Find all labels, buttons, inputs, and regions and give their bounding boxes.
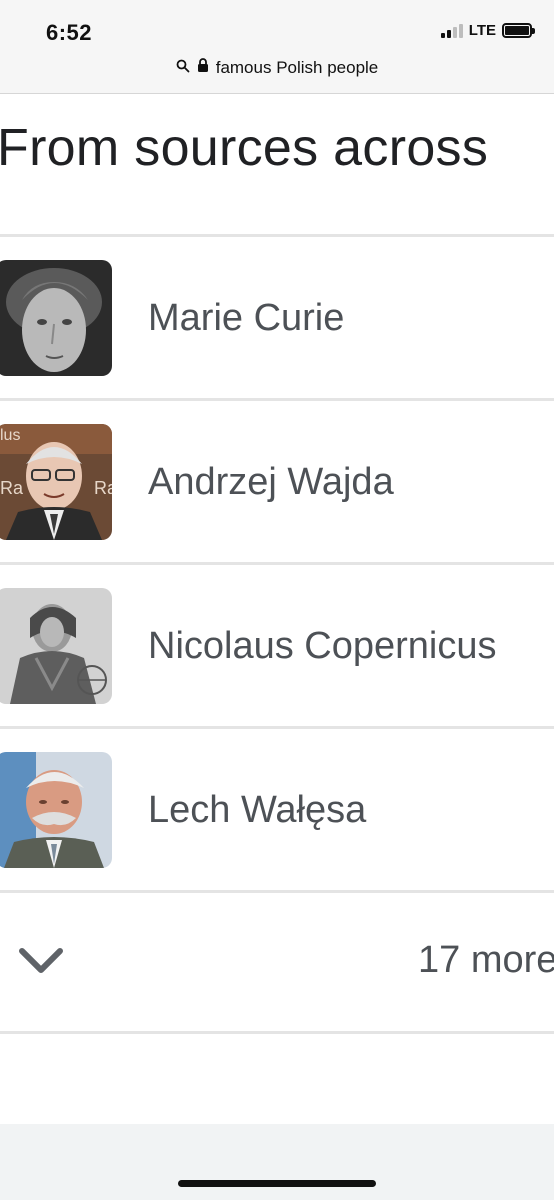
person-thumbnail	[0, 752, 112, 868]
divider	[0, 1031, 554, 1034]
address-query: famous Polish people	[215, 58, 379, 77]
list-item[interactable]: Marie Curie	[0, 238, 554, 398]
svg-text:Ra: Ra	[0, 478, 24, 498]
section-heading: From sources across	[0, 119, 489, 177]
list-item[interactable]: lus Ra Ra Andrzej Wajda	[0, 402, 554, 562]
person-thumbnail	[0, 260, 112, 376]
show-more-button[interactable]: 17 more	[0, 895, 554, 1031]
person-name: Marie Curie	[148, 296, 345, 339]
home-indicator[interactable]	[178, 1180, 376, 1187]
svg-text:Ra: Ra	[94, 478, 112, 498]
person-name: Nicolaus Copernicus	[148, 624, 497, 667]
divider	[0, 234, 554, 237]
list-item[interactable]: Lech Wałęsa	[0, 730, 554, 890]
status-indicators: LTE	[440, 22, 535, 39]
person-thumbnail: lus Ra Ra	[0, 424, 112, 540]
person-name: Lech Wałęsa	[148, 788, 367, 831]
lock-icon	[197, 58, 209, 78]
svg-text:lus: lus	[0, 427, 20, 444]
divider	[0, 398, 554, 401]
more-count-label: 17 more	[418, 939, 554, 981]
browser-chrome: 6:52 LTE famous Polish people	[0, 0, 554, 94]
divider	[0, 890, 554, 893]
status-time: 6:52	[46, 20, 93, 45]
battery-icon	[502, 23, 535, 38]
footer-band	[0, 1124, 554, 1200]
list-item[interactable]: Nicolaus Copernicus	[0, 566, 554, 726]
signal-bars-icon	[440, 23, 463, 38]
person-name: Andrzej Wajda	[148, 460, 394, 503]
network-type-label: LTE	[468, 22, 496, 39]
person-thumbnail	[0, 588, 112, 704]
divider	[0, 726, 554, 729]
magnifier-icon	[176, 58, 190, 78]
address-bar[interactable]: famous Polish people	[0, 58, 554, 78]
divider	[0, 562, 554, 565]
chevron-down-icon	[18, 945, 64, 977]
